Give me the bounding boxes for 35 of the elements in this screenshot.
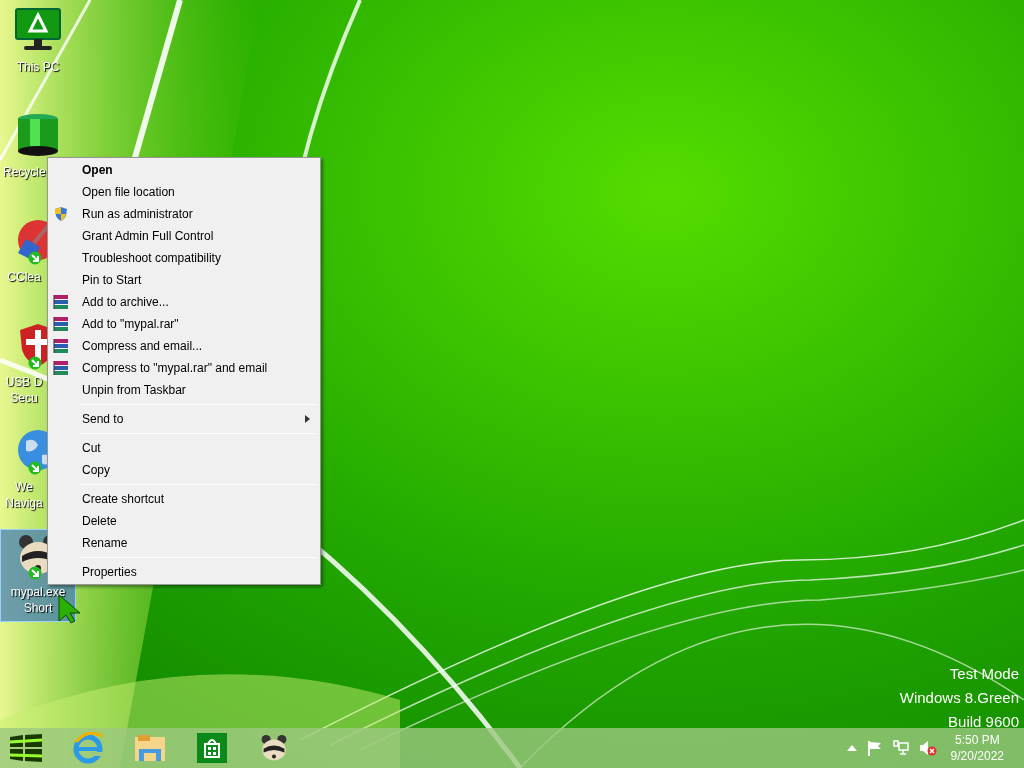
icon-label: CClea [6, 269, 42, 286]
menu-item[interactable]: Add to archive... [50, 291, 318, 313]
shield-icon [54, 206, 68, 222]
menu-item[interactable]: Grant Admin Full Control [50, 225, 318, 247]
icon-label: Recycle [2, 164, 47, 181]
speaker-muted-icon[interactable] [918, 740, 937, 756]
menu-item[interactable]: Add to "mypal.rar" [50, 313, 318, 335]
network-icon[interactable] [892, 740, 909, 756]
menu-item[interactable]: Unpin from Taskbar [50, 379, 318, 401]
books-stack-icon [53, 360, 69, 376]
store-bag-icon[interactable] [194, 730, 230, 766]
menu-item[interactable]: Compress to "mypal.rar" and email [50, 357, 318, 379]
menu-item[interactable]: Troubleshoot compatibility [50, 247, 318, 269]
menu-item[interactable]: Cut [50, 437, 318, 459]
menu-item[interactable]: Delete [50, 510, 318, 532]
menu-item[interactable]: Pin to Start [50, 269, 318, 291]
show-hidden-icons-icon[interactable] [846, 745, 857, 751]
trash-bin-icon [16, 112, 60, 158]
menu-item[interactable]: Send to [50, 408, 318, 430]
books-stack-icon [53, 338, 69, 354]
books-stack-icon [53, 294, 69, 310]
books-stack-icon [53, 316, 69, 332]
submenu-arrow-icon [305, 415, 310, 423]
menu-item[interactable]: Copy [50, 459, 318, 481]
icon-label: mypal.exe Short [9, 584, 67, 617]
menu-item[interactable]: Create shortcut [50, 488, 318, 510]
desktop-watermark-text: Windows 8.Green [899, 688, 1019, 708]
monitor-icon [14, 7, 62, 53]
desktop-watermark-text: Test Mode [949, 664, 1019, 684]
flag-icon[interactable] [866, 740, 883, 756]
menu-item[interactable]: Run as administrator [50, 203, 318, 225]
icon-label: We Naviga [4, 479, 44, 512]
desktop-watermark-text: Build 9600 [948, 712, 1019, 732]
menu-item[interactable]: Compress and email... [50, 335, 318, 357]
icon-label: USB D Secu [4, 374, 44, 407]
